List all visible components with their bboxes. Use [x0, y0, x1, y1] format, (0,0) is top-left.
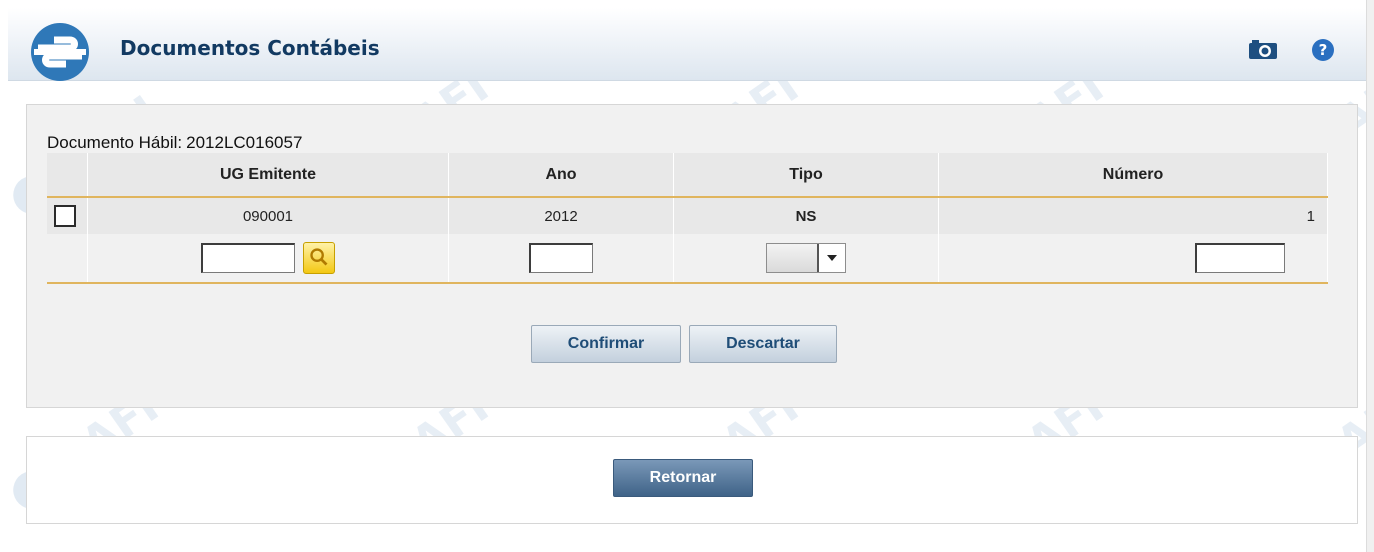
camera-icon[interactable]	[1248, 38, 1278, 60]
chevron-down-icon[interactable]	[819, 244, 845, 272]
cell-ano: 2012	[448, 197, 674, 234]
scrollbar-track[interactable]	[1366, 0, 1374, 552]
document-value: 2012LC016057	[186, 133, 303, 152]
row-checkbox[interactable]	[54, 205, 76, 227]
cell-numero: 1	[938, 197, 1328, 234]
page-title: Documentos Contábeis	[120, 36, 380, 60]
page-header: Documentos Contábeis ?	[8, 8, 1366, 81]
column-header-numero: Número	[938, 153, 1328, 198]
page: SIAFI SIAFI SIAFI SIAFI SIAFI SIAFI SIAF…	[0, 0, 1374, 552]
cell-tipo: NS	[673, 197, 939, 234]
svg-text:?: ?	[1319, 41, 1328, 59]
lookup-button[interactable]	[303, 242, 336, 274]
numero-input[interactable]	[1195, 243, 1285, 273]
return-button[interactable]: Retornar	[613, 459, 753, 497]
document-line: Documento Hábil: 2012LC016057	[47, 133, 302, 153]
magnifier-icon	[310, 248, 328, 266]
new-row	[47, 234, 1328, 284]
confirm-button[interactable]: Confirmar	[531, 325, 681, 363]
column-header-select	[47, 153, 88, 198]
new-ano-cell	[448, 234, 674, 284]
column-header-tipo: Tipo	[673, 153, 939, 198]
table-row: 090001 2012 NS 1	[47, 197, 1328, 234]
new-numero-cell	[938, 234, 1328, 284]
ano-input[interactable]	[529, 243, 593, 273]
tipo-select-value	[767, 244, 819, 272]
new-tipo-cell	[673, 234, 939, 284]
documents-table: UG Emitente Ano Tipo Número 090001 2012 …	[47, 153, 1328, 284]
row-select-cell	[47, 197, 88, 234]
new-ug-cell	[87, 234, 449, 284]
table-header-row: UG Emitente Ano Tipo Número	[47, 153, 1328, 198]
column-header-ug: UG Emitente	[87, 153, 449, 198]
siafi-logo-icon	[31, 23, 89, 81]
help-icon[interactable]: ?	[1311, 38, 1335, 62]
return-panel: Retornar	[26, 436, 1358, 524]
new-row-select-cell	[47, 234, 88, 284]
document-label: Documento Hábil:	[47, 133, 183, 152]
ug-emitente-input[interactable]	[200, 243, 295, 273]
cell-numero-value: 1	[1306, 207, 1315, 225]
cell-ug: 090001	[87, 197, 449, 234]
document-panel: Documento Hábil: 2012LC016057 UG Emitente…	[26, 104, 1358, 408]
column-header-ano: Ano	[448, 153, 674, 198]
discard-button[interactable]: Descartar	[689, 325, 837, 363]
tipo-select[interactable]	[766, 243, 846, 273]
